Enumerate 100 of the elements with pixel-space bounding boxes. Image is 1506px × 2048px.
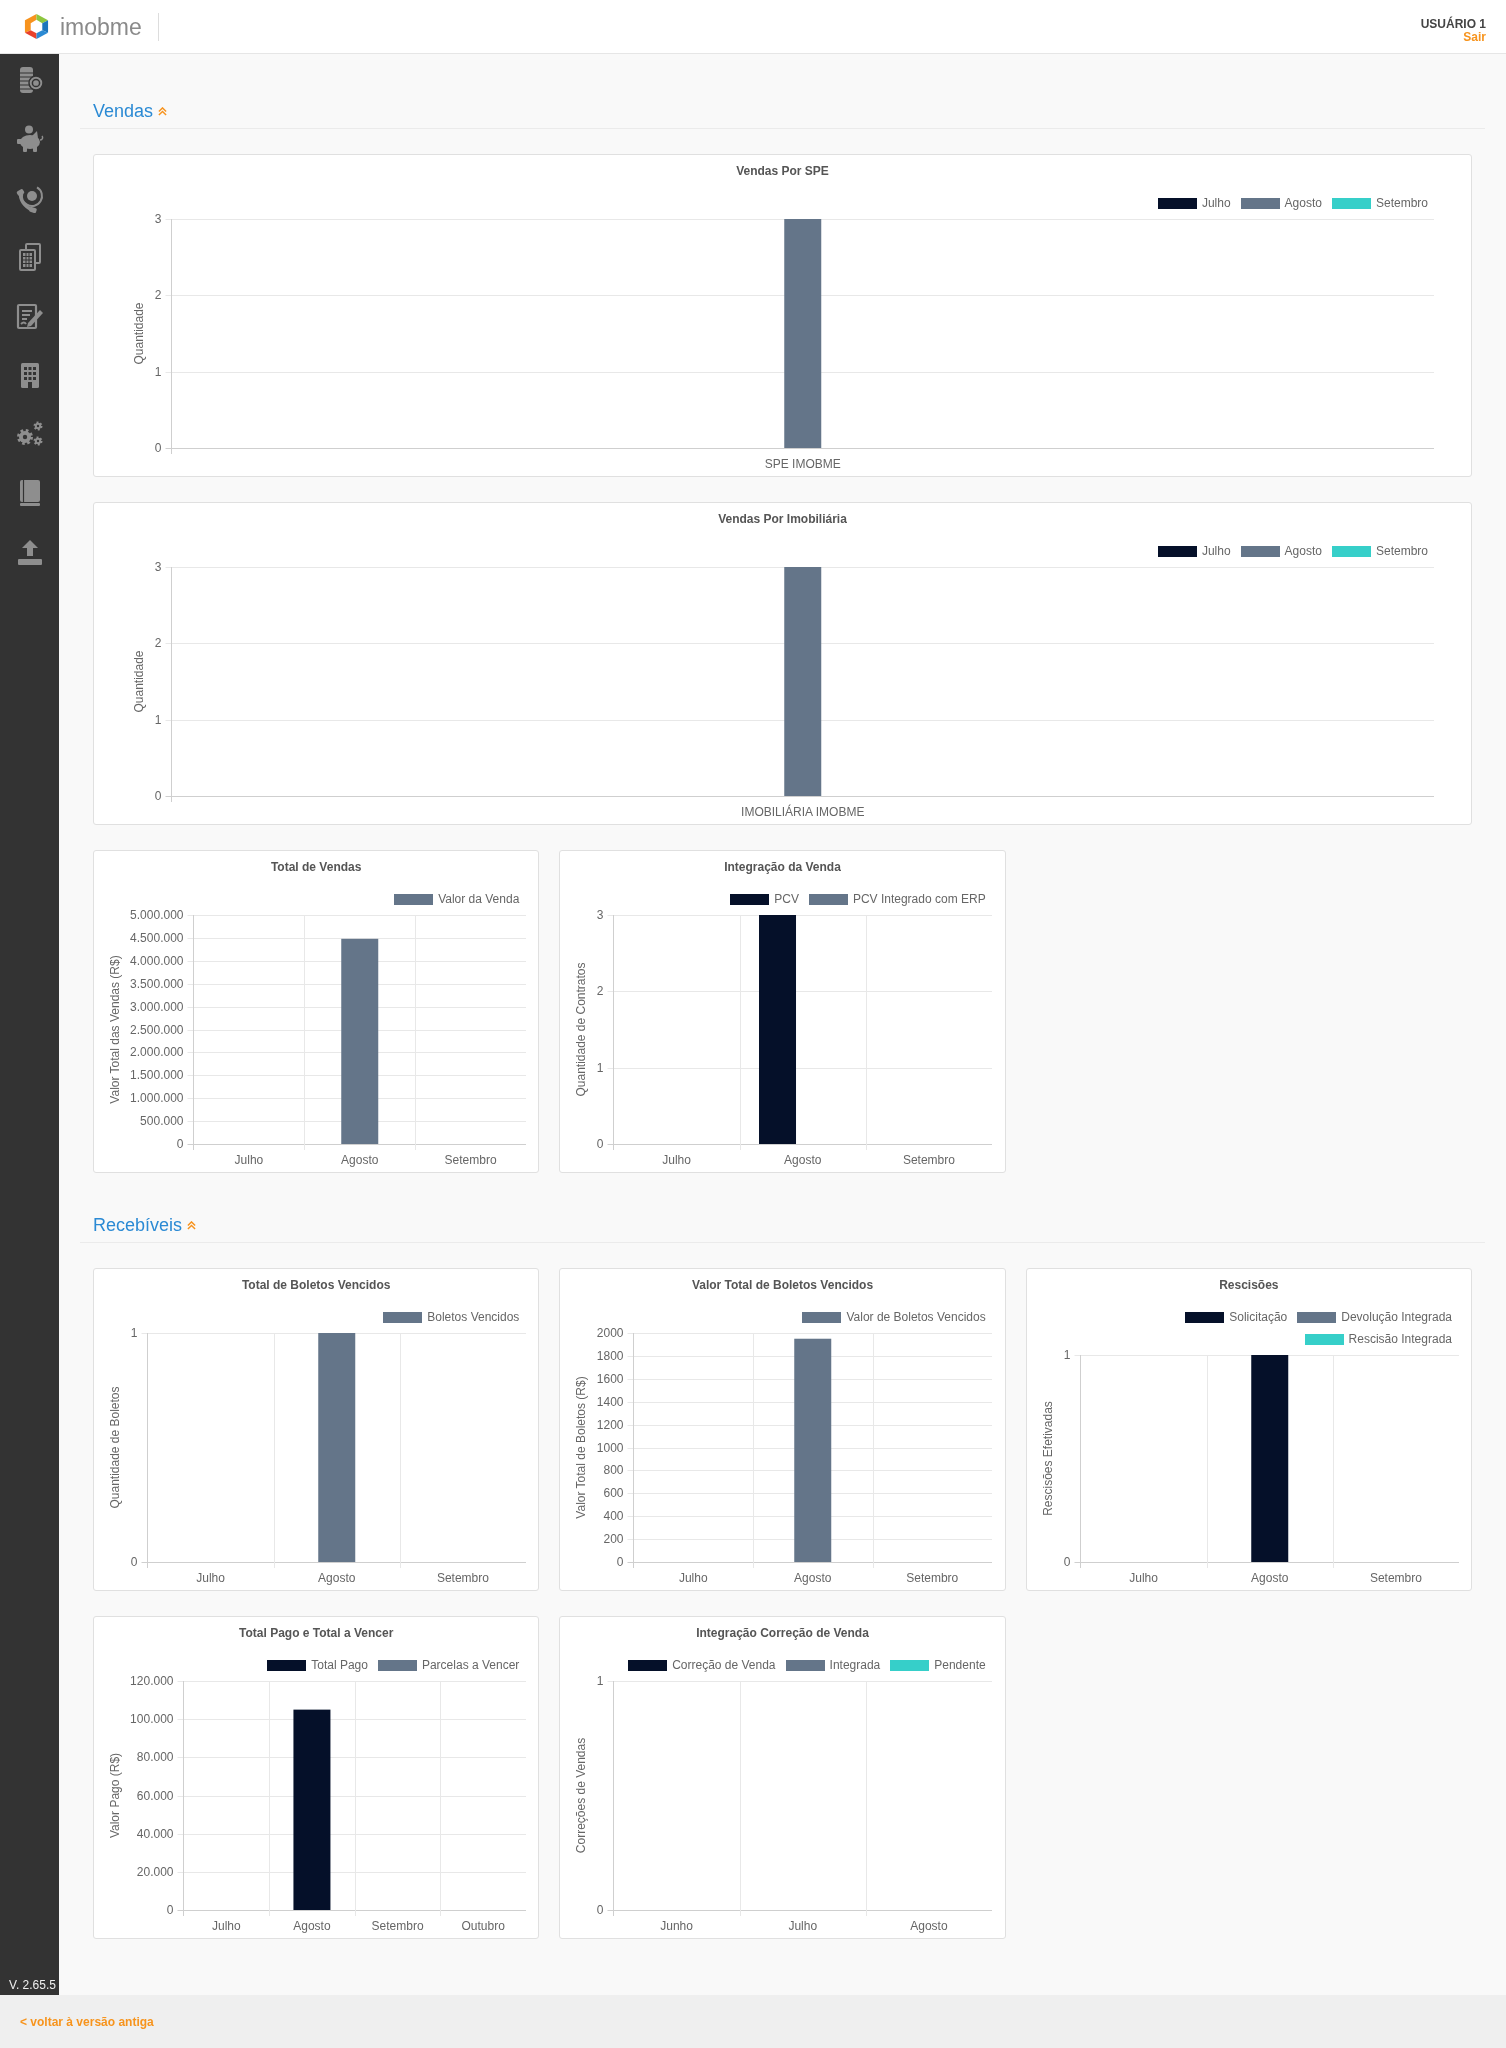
piggy-bank-icon[interactable] — [14, 124, 45, 154]
category-label: Agosto — [784, 1153, 822, 1167]
document-pencil-icon[interactable] — [14, 301, 45, 331]
category-label: Setembro — [906, 1571, 959, 1585]
logout-link[interactable]: Sair — [1463, 31, 1486, 44]
category-label: Outubro — [461, 1919, 505, 1933]
axis-tick-label: 1 — [597, 1674, 604, 1688]
axis-title: Valor Total de Boletos (R$) — [574, 1376, 589, 1519]
axis-tick-label: 1 — [130, 1326, 138, 1340]
category-label: Julho — [1128, 1571, 1158, 1585]
axis-tick-label: 2000 — [597, 1326, 624, 1340]
axis-tick-label: 400 — [603, 1509, 624, 1524]
axis-tick-label: 2 — [154, 636, 162, 651]
axis-title: Rescisões Efetivadas — [1040, 1401, 1055, 1516]
legend-label: Valor da Venda — [438, 893, 520, 905]
category-label: Julho — [234, 1153, 264, 1167]
category-label: Setembro — [371, 1919, 424, 1933]
legend-label: Devolução Integrada — [1341, 1311, 1452, 1323]
axis-tick-label: 20.000 — [136, 1864, 174, 1879]
logo-text: imobme — [60, 12, 142, 41]
axis-tick-label: 100.000 — [130, 1712, 174, 1727]
legend-label: Parcelas a Vencer — [421, 1659, 520, 1671]
double-chevron-icon[interactable] — [158, 106, 168, 116]
axis-tick-label: 1600 — [597, 1371, 624, 1386]
axis-tick-label: 1 — [154, 364, 162, 379]
legend-label: Rescisão Integrada — [1348, 1333, 1452, 1345]
legend-label: Valor de Boletos Vencidos — [846, 1311, 986, 1323]
legend-label: Setembro — [1375, 197, 1428, 209]
axis-title: Quantidade — [132, 650, 146, 713]
axis-tick-label: 1 — [154, 712, 162, 727]
axis-title: Valor Total das Vendas (R$) — [108, 955, 122, 1104]
category-label: Agosto — [910, 1919, 948, 1933]
version-label: V. 2.65.5 — [8, 1978, 56, 1994]
axis-tick-label: 600 — [603, 1486, 624, 1501]
axis-tick-label: 3 — [154, 212, 162, 226]
phone-coin-icon[interactable] — [14, 183, 45, 213]
axis-tick-label: 1.000.000 — [130, 1091, 184, 1106]
axis-tick-label: 4.500.000 — [130, 930, 184, 945]
legend-label: Julho — [1201, 197, 1231, 209]
category-label: Setembro — [903, 1153, 956, 1167]
axis-tick-label: 1 — [1063, 1348, 1071, 1362]
axis-tick-label: 120.000 — [130, 1674, 174, 1688]
category-label: Julho — [211, 1919, 241, 1933]
category-label: Agosto — [341, 1153, 379, 1167]
chart-title: Vendas Por Imobiliária — [717, 511, 848, 527]
legend-label: Total Pago — [311, 1659, 368, 1671]
axis-tick-label: 1000 — [597, 1440, 624, 1455]
category-label: Junho — [660, 1919, 694, 1933]
axis-tick-label: 1200 — [597, 1417, 624, 1432]
category-label: Agosto — [1250, 1571, 1289, 1585]
axis-tick-label: 40.000 — [136, 1826, 174, 1841]
category-label: IMOBILIÁRIA IMOBME — [741, 805, 865, 819]
axis-tick-label: 2 — [597, 984, 604, 999]
axis-title: Quantidade — [132, 302, 146, 365]
axis-tick-label: 1800 — [597, 1348, 624, 1363]
legend-label: Solicitação — [1229, 1311, 1288, 1323]
chart-title: Total Pago e Total a Vencer — [238, 1625, 395, 1641]
legend-label: Boletos Vencidos — [427, 1311, 520, 1323]
axis-title: Quantidade de Boletos — [108, 1386, 122, 1509]
category-label: Julho — [788, 1919, 818, 1933]
axis-tick-label: 80.000 — [136, 1750, 174, 1765]
axis-tick-label: 0 — [597, 1903, 604, 1917]
category-label: Setembro — [1369, 1571, 1422, 1585]
axis-tick-label: 3.500.000 — [130, 976, 184, 991]
axis-title: Valor Pago (R$) — [108, 1752, 122, 1839]
category-label: Setembro — [436, 1571, 489, 1585]
user-name: USUÁRIO 1 — [1420, 18, 1486, 31]
axis-tick-label: 200 — [603, 1532, 624, 1547]
chart-title: Integração da Venda — [723, 859, 842, 875]
legend-label: Integrada — [829, 1659, 881, 1671]
axis-title: Quantidade de Contratos — [574, 962, 589, 1097]
axis-title: Correções de Vendas — [574, 1737, 589, 1854]
legend-label: Agosto — [1284, 197, 1322, 209]
axis-tick-label: 2.000.000 — [130, 1045, 184, 1060]
axis-tick-label: 1400 — [597, 1394, 624, 1409]
category-label: Julho — [679, 1571, 708, 1585]
section-title: Recebíveis — [93, 1214, 183, 1236]
axis-tick-label: 0 — [1063, 1555, 1071, 1569]
chart-title: Vendas Por SPE — [735, 163, 830, 179]
axis-tick-label: 800 — [603, 1463, 624, 1478]
category-label: Agosto — [318, 1571, 356, 1585]
axis-tick-label: 3 — [154, 560, 162, 574]
axis-tick-label: 2.500.000 — [130, 1022, 184, 1037]
axis-tick-label: 500.000 — [140, 1114, 184, 1129]
legend-label: Setembro — [1375, 545, 1428, 557]
legend-label: Julho — [1201, 545, 1231, 557]
chart-title: Rescisões — [1218, 1277, 1280, 1293]
chart-title: Valor Total de Boletos Vencidos — [690, 1277, 875, 1293]
axis-tick-label: 5.000.000 — [130, 908, 184, 922]
axis-tick-label: 0 — [176, 1137, 184, 1151]
chart-title: Total de Boletos Vencidos — [240, 1277, 392, 1293]
legend-label: Correção de Venda — [672, 1659, 776, 1671]
back-link[interactable]: < voltar à versão antiga — [20, 2014, 154, 2029]
axis-tick-label: 60.000 — [136, 1788, 174, 1803]
section-title: Vendas — [93, 100, 154, 122]
axis-tick-label: 0 — [154, 441, 162, 455]
axis-tick-label: 4.000.000 — [130, 953, 184, 968]
double-chevron-icon[interactable] — [187, 1220, 197, 1230]
logo-cube-icon — [23, 13, 50, 40]
category-label: SPE IMOBME — [764, 457, 841, 471]
